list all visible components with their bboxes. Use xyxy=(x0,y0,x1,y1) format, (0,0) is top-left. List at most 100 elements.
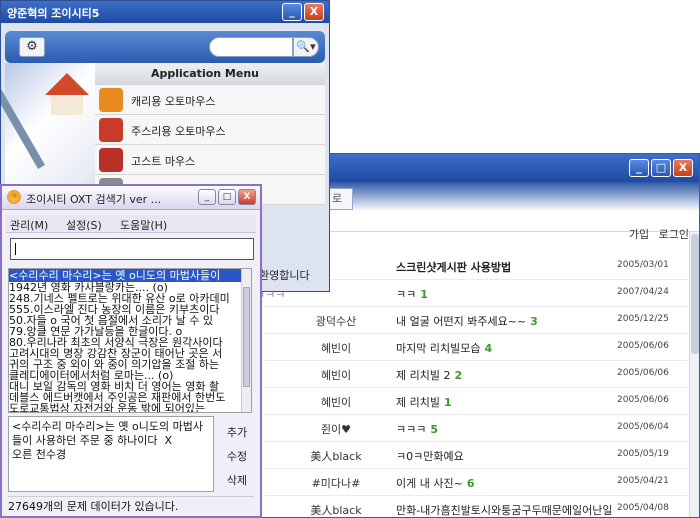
oxt-search-window: ☼ 조이시티 OXT 검색기 ver ... _ □ X 관리(M) 설정(S)… xyxy=(0,184,262,518)
auth-links: 가입 로그인 xyxy=(623,226,689,242)
table-row[interactable]: 혜빈이 마지막 리치빌모습 4 2005/06/06 xyxy=(251,331,691,361)
row-subject-text: 스크린샷게시판 사용방법 xyxy=(396,261,512,274)
row-subject-text: 내 얼굴 어떤지 봐주세요~~ xyxy=(396,315,527,328)
edit-button[interactable]: 수정 xyxy=(218,446,256,468)
row-author[interactable]: 쥔이♥ xyxy=(291,421,381,437)
window-title: 양준혁의 조이시티5 xyxy=(7,7,100,20)
menu-header: Application Menu xyxy=(95,63,325,85)
maximize-button[interactable]: □ xyxy=(218,189,236,205)
table-row[interactable]: 4광덕수산내 얼굴 어떤지 봐주세요~~32005/12/25 xyxy=(251,304,691,334)
row-date: 2005/06/06 xyxy=(617,395,669,405)
close-button[interactable]: X xyxy=(238,189,256,205)
menu-item[interactable]: 캐리용 오토마우스 xyxy=(95,85,325,115)
row-subject[interactable]: 제 리치빌 1 xyxy=(396,394,452,410)
close-button[interactable]: X xyxy=(673,159,693,177)
row-subject[interactable]: 스크린샷게시판 사용방법 xyxy=(396,259,515,275)
minimize-button[interactable]: _ xyxy=(198,189,216,205)
row-subject-text: ㅋㅋ xyxy=(396,288,417,301)
login-link[interactable]: 로그인 xyxy=(659,228,689,241)
row-date: 2005/12/25 xyxy=(617,314,669,324)
app-icon xyxy=(99,88,123,112)
comment-count: 6 xyxy=(466,477,475,490)
app-icon: ☼ xyxy=(7,190,21,204)
table-row[interactable]: 美人black ㅋ0ㅋ만화예요 2005/05/19 xyxy=(251,439,691,469)
window-title: 조이시티 OXT 검색기 ver ... xyxy=(26,193,162,206)
results-list[interactable]: <수리수리 마수리>는 옛 o니도의 마법사들이 1942년 영화 카사블랑카는.… xyxy=(8,268,252,413)
row-date: 2005/06/04 xyxy=(617,422,669,432)
row-author[interactable]: 美人black xyxy=(291,502,381,517)
row-date: 2005/04/21 xyxy=(617,476,669,486)
row-date: 2005/06/06 xyxy=(617,368,669,378)
table-row[interactable]: 혜빈이 제 리치빌 1 2005/06/06 xyxy=(251,385,691,415)
row-date: 2007/04/24 xyxy=(617,287,669,297)
status-bar: 27649개의 문제 데이터가 있습니다. xyxy=(8,496,254,513)
menu-settings[interactable]: 설정(S) xyxy=(66,217,102,233)
row-subject-text: 만화-내가흠친발토시와퉁굼구두때문에일어난일 xyxy=(396,504,613,517)
comment-count: 1 xyxy=(420,288,428,301)
list-item[interactable]: 도로교통법상 자전거와 운동 밖에 되어있는 xyxy=(9,403,251,412)
row-subject-text: 제 리치빌 2 xyxy=(396,369,451,382)
row-author[interactable]: 美人black xyxy=(291,448,381,464)
row-author[interactable]: 혜빈이 xyxy=(291,340,381,356)
row-subject-text: 제 리치빌 xyxy=(396,396,440,409)
oxt-titlebar: ☼ 조이시티 OXT 검색기 ver ... _ □ X xyxy=(2,186,260,210)
answer-detail: <수리수리 마수리>는 옛 o니도의 마법사들이 사용하던 주문 중 하나이다 … xyxy=(8,416,214,492)
app-toolbar: ⚙ 🔍▾ xyxy=(5,31,325,63)
signup-link[interactable]: 가입 xyxy=(629,228,649,241)
delete-button[interactable]: 삭제 xyxy=(218,470,256,492)
table-row[interactable]: 혜빈이 제 리치빌 2 2 2005/06/06 xyxy=(251,358,691,388)
welcome-text: 환영합니다 xyxy=(259,269,310,282)
row-subject-text: 마지막 리치빌모습 xyxy=(396,342,481,355)
add-button[interactable]: 추가 xyxy=(218,422,256,444)
row-subject-text: ㅋ0ㅋ만화예요 xyxy=(396,450,464,463)
comment-count: 2 xyxy=(454,369,463,382)
minimize-button[interactable]: _ xyxy=(629,159,649,177)
menu-item-label: 캐리용 오토마우스 xyxy=(131,95,216,108)
row-subject[interactable]: 내 얼굴 어떤지 봐주세요~~ 3 xyxy=(396,313,538,329)
row-subject[interactable]: 이게 내 사진~ 6 xyxy=(396,475,474,491)
menu-bar: 관리(M) 설정(S) 도움말(H) xyxy=(6,215,256,233)
row-author[interactable]: 혜빈이 xyxy=(291,394,381,410)
table-row[interactable]: 美人black 만화-내가흠친발토시와퉁굼구두때문에일어난일 2005/04/08 xyxy=(251,493,691,517)
row-author[interactable]: #미다나# xyxy=(291,475,381,491)
maximize-button[interactable]: □ xyxy=(651,159,671,177)
row-subject[interactable]: 만화-내가흠친발토시와퉁굼구두때문에일어난일 xyxy=(396,502,617,517)
list-scrollbar[interactable] xyxy=(241,269,251,412)
comment-count: 1 xyxy=(443,396,452,409)
search-icon[interactable]: 🔍▾ xyxy=(293,37,319,57)
row-subject[interactable]: ㅋ0ㅋ만화예요 xyxy=(396,448,468,464)
board-scrollbar[interactable] xyxy=(689,232,699,517)
row-date: 2005/05/19 xyxy=(617,449,669,459)
app-icon xyxy=(99,118,123,142)
scroll-thumb[interactable] xyxy=(691,234,699,354)
comment-count: 3 xyxy=(530,315,538,328)
menu-item[interactable]: 고스트 마우스 xyxy=(95,145,325,175)
menu-item-label: 고스트 마우스 xyxy=(131,155,196,168)
pencil-icon xyxy=(1,87,45,169)
scroll-thumb[interactable] xyxy=(243,287,250,387)
row-subject[interactable]: ㅋㅋㅋ 5 xyxy=(396,421,438,437)
row-author[interactable]: 광덕수산 xyxy=(291,313,381,329)
search-input[interactable] xyxy=(209,37,293,57)
row-author[interactable]: 혜빈이 xyxy=(291,367,381,383)
row-date: 2005/04/08 xyxy=(617,503,669,513)
minimize-button[interactable]: _ xyxy=(282,3,302,21)
table-row[interactable]: 쥔이♥ ㅋㅋㅋ 5 2005/06/04 xyxy=(251,412,691,442)
comment-count: 4 xyxy=(484,342,493,355)
row-date: 2005/06/06 xyxy=(617,341,669,351)
row-subject[interactable]: 제 리치빌 22 xyxy=(396,367,462,383)
close-button[interactable]: X xyxy=(304,3,324,21)
menu-manage[interactable]: 관리(M) xyxy=(10,217,48,233)
query-input[interactable] xyxy=(10,238,254,260)
menu-item[interactable]: 주스리용 오토마우스 xyxy=(95,115,325,145)
app-icon xyxy=(99,148,123,172)
row-date: 2005/03/01 xyxy=(617,260,669,270)
row-subject-text: 이게 내 사진~ xyxy=(396,477,463,490)
row-subject-text: ㅋㅋㅋ xyxy=(396,423,427,436)
row-subject[interactable]: ㅋㅋ 1 xyxy=(396,286,428,302)
row-subject[interactable]: 마지막 리치빌모습 4 xyxy=(396,340,492,356)
menu-help[interactable]: 도움말(H) xyxy=(120,217,167,233)
table-row[interactable]: #미다나# 이게 내 사진~ 6 2005/04/21 xyxy=(251,466,691,496)
gear-icon[interactable]: ⚙ xyxy=(19,37,45,57)
joycity-titlebar: 양준혁의 조이시티5 _ X xyxy=(1,1,329,23)
